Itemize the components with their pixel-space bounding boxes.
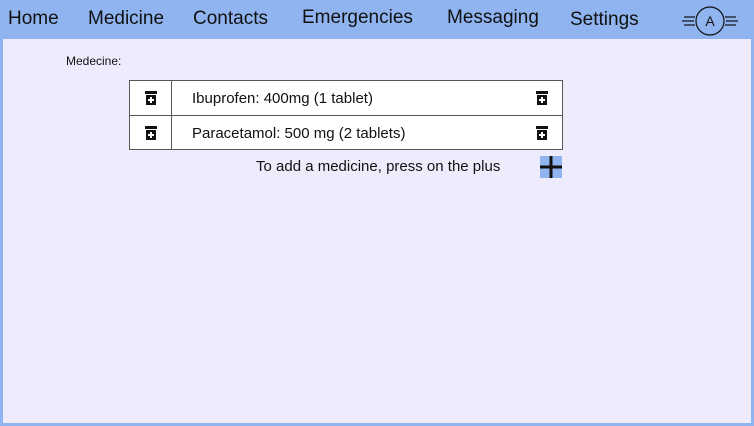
medicine-label: Paracetamol: 500 mg (2 tablets) [192,125,406,142]
avatar-initial: A [705,13,715,29]
medicine-row[interactable]: Ibuprofen: 400mg (1 tablet) [130,81,562,115]
medicine-row[interactable]: Paracetamol: 500 mg (2 tablets) [130,115,562,149]
medicine-list: Ibuprofen: 400mg (1 tablet) Paracetamol:… [129,80,563,150]
medicine-bottle-action[interactable] [534,125,550,141]
plus-icon [540,156,562,178]
profile-button[interactable]: A [682,6,738,36]
medicine-bottle-icon [536,126,548,140]
section-label: Medecine: [66,54,122,68]
nav-medicine[interactable]: Medicine [88,8,164,30]
medicine-bottle-icon [144,91,157,105]
medicine-row-icon-cell [130,81,172,115]
add-medicine-button[interactable] [540,156,562,178]
avatar-icon: A [682,6,738,36]
nav-settings[interactable]: Settings [570,9,639,31]
nav-emergencies[interactable]: Emergencies [302,7,413,29]
medicine-row-icon-cell [130,116,172,149]
medicine-bottle-icon [536,91,548,105]
add-medicine-hint: To add a medicine, press on the plus [256,158,501,175]
nav-home[interactable]: Home [8,8,59,30]
top-navigation: Home Medicine Contacts Emergencies Messa… [0,0,754,39]
nav-contacts[interactable]: Contacts [193,8,268,30]
medicine-bottle-icon [144,125,157,140]
medicine-bottle-action[interactable] [534,90,550,106]
medicine-label: Ibuprofen: 400mg (1 tablet) [192,90,373,107]
nav-messaging[interactable]: Messaging [447,7,539,29]
